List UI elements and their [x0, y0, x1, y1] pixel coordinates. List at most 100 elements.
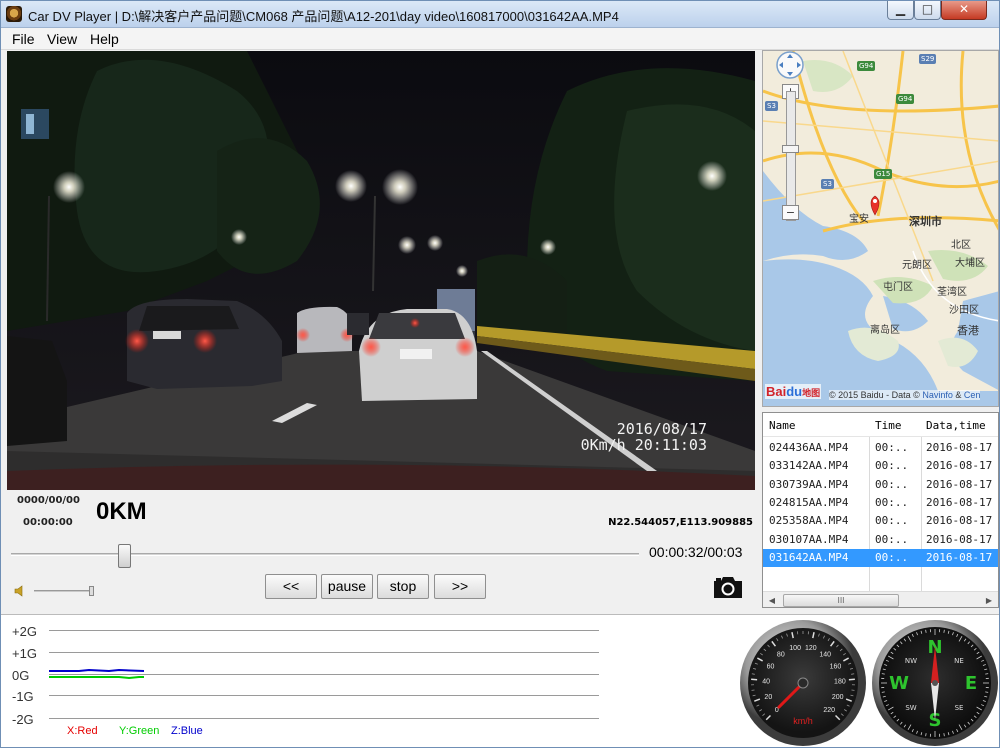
menu-file[interactable]: File [12, 31, 35, 47]
legend-x: X:Red [67, 725, 98, 737]
video-player[interactable]: 2016/08/17 0Km/h 20:11:03 [7, 51, 755, 490]
file-date-cell: 2016-08-17 [926, 495, 993, 509]
zoom-out-button[interactable]: − [782, 205, 799, 220]
volume-handle[interactable] [89, 586, 94, 596]
camera-icon[interactable] [712, 574, 744, 600]
speed-unit: km/h [793, 716, 813, 726]
file-name-cell: 024436AA.MP4 [769, 441, 849, 454]
file-date-cell: 2016-08-17 [926, 550, 993, 564]
cen-link[interactable]: Cen [964, 390, 981, 400]
speed-tick-label: 80 [777, 651, 785, 658]
file-list-row[interactable]: 024815AA.MP4 00:.. 2016-08-17 [763, 494, 998, 512]
compass-tick-mark [985, 673, 989, 675]
menu-view[interactable]: View [47, 31, 77, 47]
zoom-slider[interactable] [786, 91, 796, 221]
speed-tick-label: 220 [823, 707, 835, 714]
pause-button[interactable]: pause [321, 574, 373, 599]
seek-bar[interactable] [11, 553, 639, 556]
compass-tick-mark [985, 691, 989, 693]
file-time-cell: 00:.. [875, 550, 909, 564]
file-time-cell: 00:.. [875, 441, 909, 454]
file-list-row[interactable]: 030107AA.MP4 00:.. 2016-08-17 [763, 531, 998, 549]
file-time-cell: 00:.. [875, 514, 909, 528]
scroll-right-icon[interactable]: ▶ [982, 594, 996, 607]
highway-badge: G94 [857, 61, 876, 71]
g-gridline [49, 718, 599, 719]
speaker-icon[interactable] [14, 584, 28, 598]
column-name[interactable]: Name [769, 419, 796, 432]
map-label: 屯门区 [883, 282, 913, 293]
file-list-header: Name Time Data,time [763, 413, 998, 437]
speed-tick-label: 120 [805, 645, 817, 652]
baidu-logo-red: Bai [766, 384, 787, 399]
scroll-left-icon[interactable]: ◀ [765, 594, 779, 607]
compass-west: W [889, 673, 909, 694]
map-label: 元朗区 [902, 260, 932, 271]
car-dv-player-window: Car DV Player | D:\解决客户产品问题\CM068 产品问题\A… [0, 0, 1000, 748]
file-list[interactable]: Name Time Data,time 024436AA.MP4 00:.. 201… [762, 412, 999, 608]
navinfo-link[interactable]: Navinfo [922, 390, 953, 400]
next-button[interactable]: >> [434, 574, 486, 599]
osd-speed-time: 0Km/h 20:11:03 [580, 436, 707, 454]
volume-slider[interactable] [34, 590, 94, 592]
file-name-cell: 024815AA.MP4 [769, 495, 849, 509]
speedometer: 020406080100 120140160180200220 km/h [740, 620, 866, 746]
file-list-row[interactable]: 030739AA.MP4 00:.. 2016-08-17 [763, 476, 998, 494]
compass: N E S W NE SE SW NW [872, 620, 998, 746]
title-bar: Car DV Player | D:\解决客户产品问题\CM068 产品问题\A… [1, 1, 999, 28]
close-button[interactable]: ✕ [941, 1, 987, 20]
file-time-cell: 00:.. [875, 459, 909, 473]
speed-tick-label: 140 [819, 651, 831, 658]
gauges: 020406080100120140160180200220 km/h N E … [740, 620, 998, 746]
highway-badge: G15 [874, 169, 893, 179]
speed-tick-label: 20 [764, 694, 772, 701]
menu-bar: File View Help [1, 28, 999, 50]
app-logo-icon [6, 6, 22, 22]
horizontal-scrollbar[interactable]: ◀ III ▶ [763, 591, 998, 607]
minimize-button[interactable]: ▁ [887, 1, 914, 20]
previous-button[interactable]: << [265, 574, 317, 599]
speed-tick-label: 180 [834, 678, 846, 685]
file-list-row[interactable]: 024436AA.MP4 00:.. 2016-08-17 [763, 439, 998, 457]
map-label: 大埔区 [955, 258, 985, 269]
gps-date: 0000/00/00 [17, 495, 80, 506]
file-list-row[interactable]: 025358AA.MP4 00:.. 2016-08-17 [763, 512, 998, 530]
map-label: 北区 [951, 240, 971, 251]
file-list-row[interactable]: 031642AA.MP4 00:.. 2016-08-17 [763, 548, 998, 567]
compass-se: SE [955, 704, 964, 712]
gsensor-trace [49, 668, 145, 680]
file-date-cell: 2016-08-17 [926, 532, 993, 546]
baidu-logo: Baidu地图 [765, 384, 822, 399]
speed-tick-label: 100 [789, 645, 801, 652]
g-axis-label: 0G [12, 668, 30, 683]
map-panel[interactable]: + − G94 S29 G94 S3 S3 G15 深圳市 宝安 北区 大埔区 … [762, 50, 999, 407]
legend-y: Y:Green [119, 725, 160, 737]
map-label: 香港 [957, 324, 979, 337]
g-gridline [49, 695, 599, 696]
file-time-cell: 00:.. [875, 532, 909, 546]
compass-ne: NE [954, 657, 964, 665]
legend-z: Z:Blue [171, 725, 203, 737]
distance-readout: 0KM [96, 498, 147, 525]
g-gridline [49, 630, 599, 631]
g-axis-label: +1G [12, 646, 37, 661]
baidu-logo-blue: du [786, 384, 803, 399]
baidu-logo-suffix: 地图 [802, 388, 821, 398]
stop-button[interactable]: stop [377, 574, 429, 599]
g-axis-label: +2G [12, 624, 37, 639]
copyright-text: © 2015 Baidu - Data © [829, 390, 920, 400]
scroll-thumb[interactable]: III [783, 594, 899, 607]
g-axis-label: -1G [12, 689, 34, 704]
menu-help[interactable]: Help [90, 31, 119, 47]
maximize-button[interactable]: □ [914, 1, 941, 20]
column-datetime[interactable]: Data,time [926, 419, 986, 432]
column-time[interactable]: Time [875, 419, 902, 432]
compass-tick-mark [881, 691, 885, 693]
file-time-cell: 00:.. [875, 477, 909, 491]
seek-handle[interactable] [118, 544, 132, 568]
file-list-row[interactable]: 033142AA.MP4 00:.. 2016-08-17 [763, 457, 998, 475]
map-canvas[interactable] [763, 51, 999, 407]
compass-nw: NW [905, 657, 917, 665]
zoom-handle[interactable] [782, 145, 799, 153]
pan-icon[interactable] [773, 51, 807, 79]
